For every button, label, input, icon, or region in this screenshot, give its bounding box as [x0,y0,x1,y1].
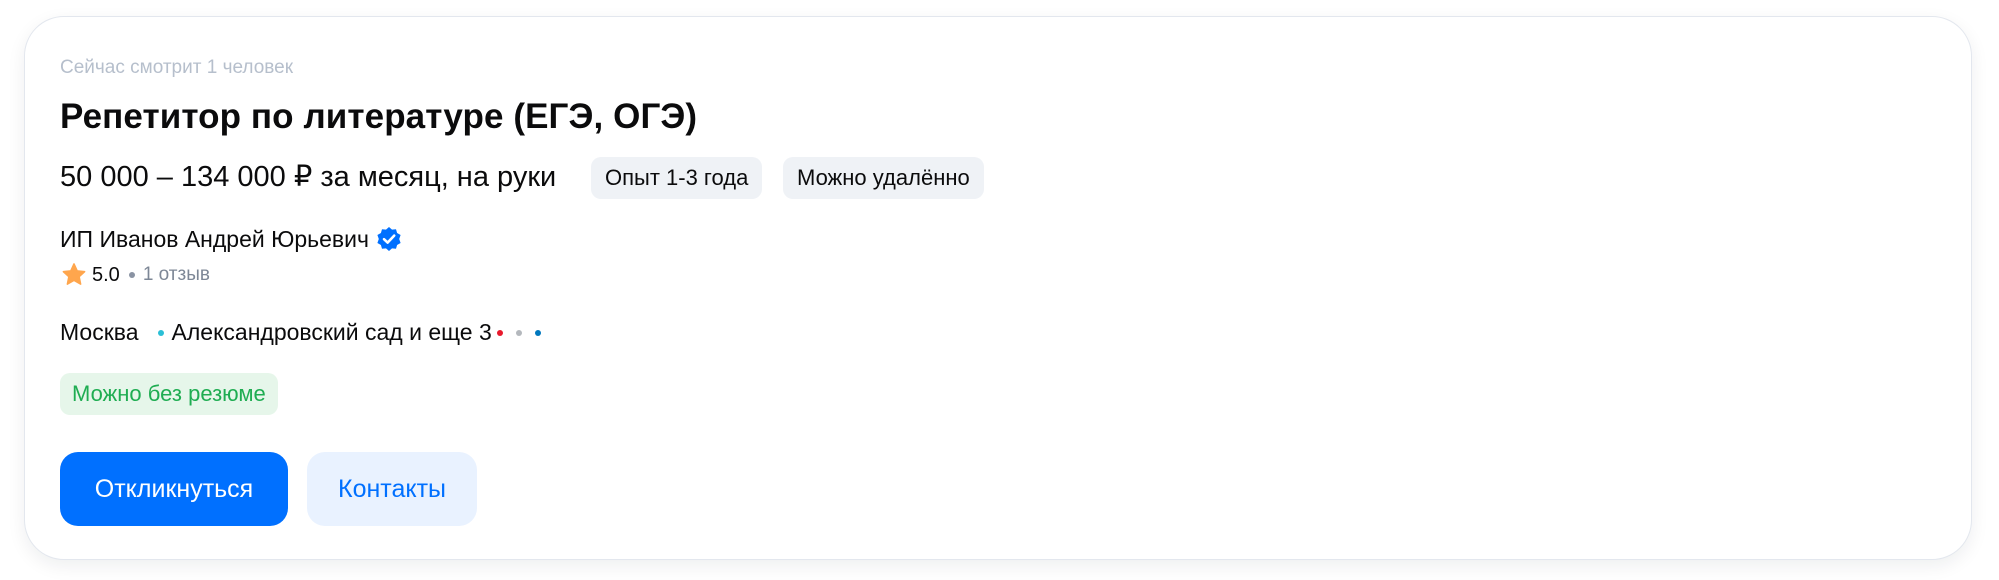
metro-line-dot [157,329,164,336]
vacancy-card[interactable]: Сейчас смотрит 1 человек Репетитор по ли… [24,16,1972,560]
remote-chip: Можно удалённо [783,157,984,199]
rating-value: 5.0 [92,263,120,286]
metro-line-dot [515,329,522,336]
vacancy-title[interactable]: Репетитор по литературе (ЕГЭ, ОГЭ) [60,97,697,137]
verified-badge-icon [375,225,403,253]
reviews-link[interactable]: 1 отзыв [143,264,210,286]
company-name[interactable]: ИП Иванов Андрей Юрьевич [60,226,369,253]
metro-stations: Александровский сад и еще 3 [171,319,492,345]
contacts-button[interactable]: Контакты [307,452,477,526]
location-row: Москва Александровский сад и еще 3 [60,319,541,346]
experience-chip: Опыт 1-3 года [591,157,763,199]
company-row: ИП Иванов Андрей Юрьевич [60,225,403,253]
viewers-count: Сейчас смотрит 1 человек [60,57,294,78]
metro-line-dot [496,329,503,336]
apply-button[interactable]: Откликнуться [60,452,288,526]
star-icon [60,261,88,289]
metro-line-dot [534,329,541,336]
city: Москва [60,319,139,345]
salary: 50 000 – 134 000 ₽ за месяц, на руки [60,161,557,193]
separator-dot [128,272,135,278]
rating-row: 5.0 1 отзыв [60,261,210,289]
no-resume-badge: Можно без резюме [60,373,278,415]
